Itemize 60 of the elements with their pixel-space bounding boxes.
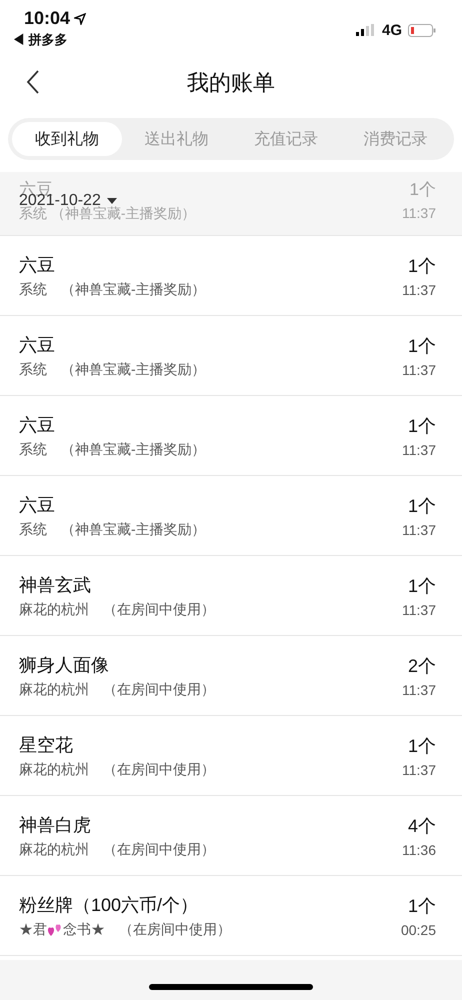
- gift-detail: 系统 （神兽宝藏-主播奖励）: [19, 205, 196, 223]
- gift-time: 11:37: [402, 282, 436, 298]
- tab[interactable]: 收到礼物: [12, 122, 122, 156]
- gift-time: 11:37: [402, 602, 436, 618]
- gift-name: 六豆: [19, 334, 56, 356]
- sender-name: ★君: [19, 920, 47, 938]
- location-arrow-icon: [74, 12, 86, 24]
- gift-note: （神兽宝藏-主播奖励）: [61, 360, 206, 378]
- gift-name: 神兽白虎: [19, 814, 92, 836]
- signal-icon: [356, 24, 376, 36]
- gift-time: 11:37: [402, 762, 436, 778]
- sender-name: 麻花的杭州: [19, 760, 89, 778]
- gift-note: （神兽宝藏-主播奖励）: [61, 440, 206, 458]
- gift-time: 11:37: [402, 522, 436, 538]
- page-title: 我的账单: [187, 69, 275, 97]
- back-to-app-link[interactable]: ◀ 拼多多: [12, 31, 86, 49]
- gift-name: 狮身人面像: [19, 654, 110, 676]
- back-chevron-icon: [26, 70, 40, 94]
- gift-count: 1个: [408, 494, 436, 518]
- gift-time: 11:37: [402, 442, 436, 458]
- gift-time: 00:25: [400, 922, 436, 938]
- gift-time: 11:37: [402, 362, 436, 378]
- gift-note: （神兽宝藏-主播奖励）: [61, 520, 206, 538]
- network-type: 4G: [382, 22, 402, 38]
- gift-name: 六豆: [19, 414, 56, 436]
- gift-count: 1个: [408, 414, 436, 438]
- sender-name: 系统: [19, 280, 47, 298]
- sender-name: 系统: [19, 520, 47, 538]
- gift-count: 1个: [408, 254, 436, 278]
- gift-time: 11:37: [402, 205, 436, 221]
- gift-count: 1个: [408, 894, 436, 918]
- gift-count: 1个: [408, 334, 436, 358]
- gift-note: （在房间中使用）: [103, 760, 215, 778]
- hearts-icon: [47, 922, 63, 936]
- gift-count: 2个: [408, 654, 436, 678]
- gift-name: 粉丝牌（100六币/个）: [19, 894, 200, 916]
- caret-icon: [106, 198, 117, 204]
- gift-name: 星空花: [19, 734, 74, 756]
- gift-note: （在房间中使用）: [103, 680, 215, 698]
- gift-name: 神兽玄武: [19, 574, 92, 596]
- gift-note: （在房间中使用）: [103, 840, 215, 858]
- gift-time: 11:37: [402, 682, 436, 698]
- battery-icon: [408, 24, 436, 36]
- gift-count: 1个: [408, 574, 436, 598]
- gift-count: 4个: [408, 814, 436, 838]
- gift-time: 11:36: [402, 842, 436, 858]
- sender-name: 念书★: [63, 920, 105, 938]
- gift-note: （神兽宝藏-主播奖励）: [61, 280, 206, 298]
- gift-note: （在房间中使用）: [103, 600, 215, 618]
- gift-count: 1个: [410, 179, 436, 201]
- sender-name: 麻花的杭州: [19, 600, 89, 618]
- gift-note: （在房间中使用）: [119, 920, 231, 938]
- sender-name: 系统: [19, 440, 47, 458]
- sender-name: 麻花的杭州: [19, 680, 89, 698]
- gift-count: 1个: [408, 734, 436, 758]
- sender-name: 系统: [19, 360, 47, 378]
- gift-name: 六豆: [19, 254, 56, 276]
- sender-name: 麻花的杭州: [19, 840, 89, 858]
- status-time: 10:04: [24, 8, 70, 29]
- gift-name: 六豆: [19, 494, 56, 516]
